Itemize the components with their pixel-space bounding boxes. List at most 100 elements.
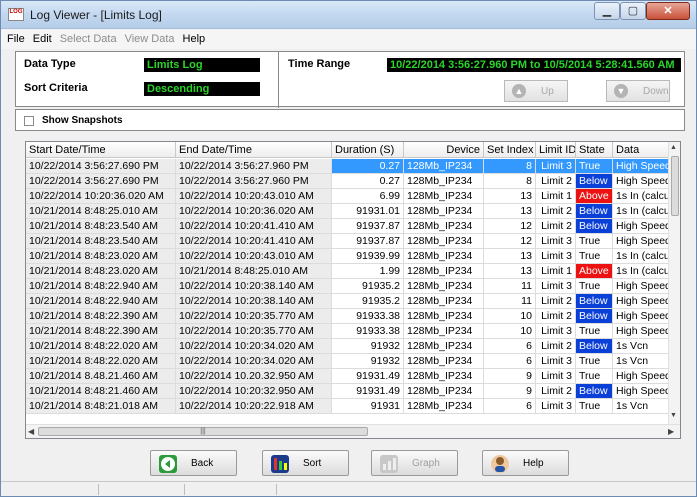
column-header[interactable]: Data [613,142,669,158]
minimize-button[interactable]: ▁ [594,2,620,20]
table-cell: 128Mb_IP234 [404,264,484,279]
table-row[interactable]: 10/21/2014 8:48:23.540 AM 10/22/2014 10:2… [26,234,669,249]
table-cell: 12 [484,219,536,234]
back-button[interactable]: Back [150,450,237,476]
table-row[interactable]: 10/21/2014 8:48:22.020 AM 10/22/2014 10:2… [26,354,669,369]
close-button[interactable]: ✕ [646,2,690,20]
table-cell: 12 [484,234,536,249]
table-row[interactable]: 10/21/2014 8:48:21.018 AM 10/22/2014 10:2… [26,399,669,414]
column-header[interactable]: Device [404,142,484,158]
table-cell: 6.99 [332,189,404,204]
table-row[interactable]: 10/21/2014 8:48:23.020 AM 10/22/2014 10:2… [26,249,669,264]
time-range-label: Time Range [288,58,351,70]
table-cell: 10/21/2014 8:48:23.540 AM [26,234,176,249]
table-row[interactable]: 10/21/2014 8:48:22.390 AM 10/22/2014 10:2… [26,324,669,339]
log-viewer-window: LOG Log Viewer - [Limits Log] ▁ ▢ ✕ File… [0,0,697,497]
maximize-button[interactable]: ▢ [620,2,646,20]
menu-edit[interactable]: Edit [31,30,58,49]
up-button[interactable]: ▲ Up [504,80,568,102]
time-range-display: 10/22/2014 3:56:27.960 PM to 10/5/2014 5… [387,58,681,72]
table-cell: Limit 1 [536,264,576,279]
table-cell: 91935.2 [332,294,404,309]
table-row[interactable]: 10/21/2014 8:48:22.020 AM 10/22/2014 10:2… [26,339,669,354]
table-cell: 91931.49 [332,369,404,384]
table-cell: 10/21/2014 8:48:25.010 AM [26,204,176,219]
scroll-right-icon[interactable]: ▶ [668,427,674,436]
table-row[interactable]: 10/21/2014 8:48:25.010 AM 10/22/2014 10:2… [26,204,669,219]
table-cell: Below [576,204,613,219]
vertical-scrollbar[interactable]: ▲ ▼ [668,142,680,424]
table-cell: 128Mb_IP234 [404,204,484,219]
table-cell: 128Mb_IP234 [404,249,484,264]
table-cell: 128Mb_IP234 [404,189,484,204]
table-row[interactable]: 10/21/2014 8:48:23.020 AM 10/21/2014 8:48… [26,264,669,279]
vertical-scroll-thumb[interactable] [671,156,679,216]
sort-button[interactable]: Sort [262,450,349,476]
table-cell: 1s In (calcu [613,204,669,219]
window-title: Log Viewer - [Limits Log] [30,8,162,22]
table-cell: Limit 2 [536,309,576,324]
sort-criteria-label: Sort Criteria [24,82,88,94]
table-cell: 10/21/2014 8:48:22.390 AM [26,324,176,339]
table-cell: 1s Vcn [613,354,669,369]
table-cell: 128Mb_IP234 [404,309,484,324]
menu-file[interactable]: File [5,30,31,49]
table-cell: 10/21/2014 8:48:21.018 AM [26,399,176,414]
table-row[interactable]: 10/21/2014 8.48.21.460 AM 10/22/2014 10.2… [26,369,669,384]
down-button[interactable]: ▼ Down [606,80,670,102]
graph-button-label: Graph [412,458,440,469]
table-cell: 10/21/2014 8:48:21.460 AM [26,384,176,399]
table-row[interactable]: 10/21/2014 8:48:22.390 AM 10/22/2014 10:2… [26,309,669,324]
scroll-left-icon[interactable]: ◀ [28,427,34,436]
table-cell: 10/22/2014 10:20:43.010 AM [176,249,332,264]
table-cell: 91931 [332,399,404,414]
help-button[interactable]: Help [482,450,569,476]
table-row[interactable]: 10/22/2014 10:20:36.020 AM 10/22/2014 10:… [26,189,669,204]
table-cell: 10/22/2014 10:20:36.020 AM [176,204,332,219]
table-cell: 13 [484,264,536,279]
table-cell: Limit 3 [536,234,576,249]
table-cell: 128Mb_IP234 [404,174,484,189]
table-cell: 0.27 [332,174,404,189]
table-row[interactable]: 10/21/2014 8:48:21.460 AM 10/22/2014 10:2… [26,384,669,399]
scroll-down-icon[interactable]: ▼ [670,412,677,419]
show-snapshots-checkbox[interactable] [24,116,34,126]
table-cell: 128Mb_IP234 [404,159,484,174]
table-cell: 8 [484,159,536,174]
scroll-up-icon[interactable]: ▲ [670,144,677,151]
column-header[interactable]: Set Index [484,142,536,158]
table-cell: 128Mb_IP234 [404,384,484,399]
menu-help[interactable]: Help [181,30,212,49]
table-row[interactable]: 10/21/2014 8:48:22.940 AM 10/22/2014 10:2… [26,294,669,309]
table-cell: High Speed [613,234,669,249]
log-app-icon: LOG [8,8,24,21]
table-cell: Limit 3 [536,324,576,339]
column-header[interactable]: Limit ID [536,142,576,158]
table-row[interactable]: 10/22/2014 3:56:27.690 PM 10/22/2014 3:56… [26,159,669,174]
table-row[interactable]: 10/21/2014 8:48:22.940 AM 10/22/2014 10:2… [26,279,669,294]
horizontal-scroll-thumb[interactable]: ||| [38,427,368,436]
table-cell: 10/21/2014 8:48:22.020 AM [26,354,176,369]
up-button-label: Up [541,86,554,97]
table-cell: High Speed [613,279,669,294]
horizontal-scrollbar[interactable]: ◀ ||| ▶ [26,424,680,438]
table-row[interactable]: 10/21/2014 8:48:23.540 AM 10/22/2014 10:2… [26,219,669,234]
table-cell: Limit 2 [536,219,576,234]
table-cell: 91937.87 [332,219,404,234]
column-header[interactable]: Start Date/Time [26,142,176,158]
column-header[interactable]: Duration (S) [332,142,404,158]
title-bar[interactable]: LOG Log Viewer - [Limits Log] ▁ ▢ ✕ [1,1,696,29]
table-row[interactable]: 10/22/2014 3:56:27.690 PM 10/22/2014 3:56… [26,174,669,189]
table-cell: Above [576,264,613,279]
table-cell: True [576,249,613,264]
column-header[interactable]: End Date/Time [176,142,332,158]
table-cell: True [576,369,613,384]
limits-log-table: Start Date/Time End Date/Time Duration (S)… [25,141,681,439]
menu-view-data: View Data [124,33,175,45]
table-cell: 91932 [332,354,404,369]
table-cell: 10/22/2014 3:56:27.690 PM [26,159,176,174]
column-header[interactable]: State [576,142,613,158]
table-cell: Below [576,294,613,309]
table-cell: 10/22/2014 10:20:22.918 AM [176,399,332,414]
table-cell: 13 [484,189,536,204]
